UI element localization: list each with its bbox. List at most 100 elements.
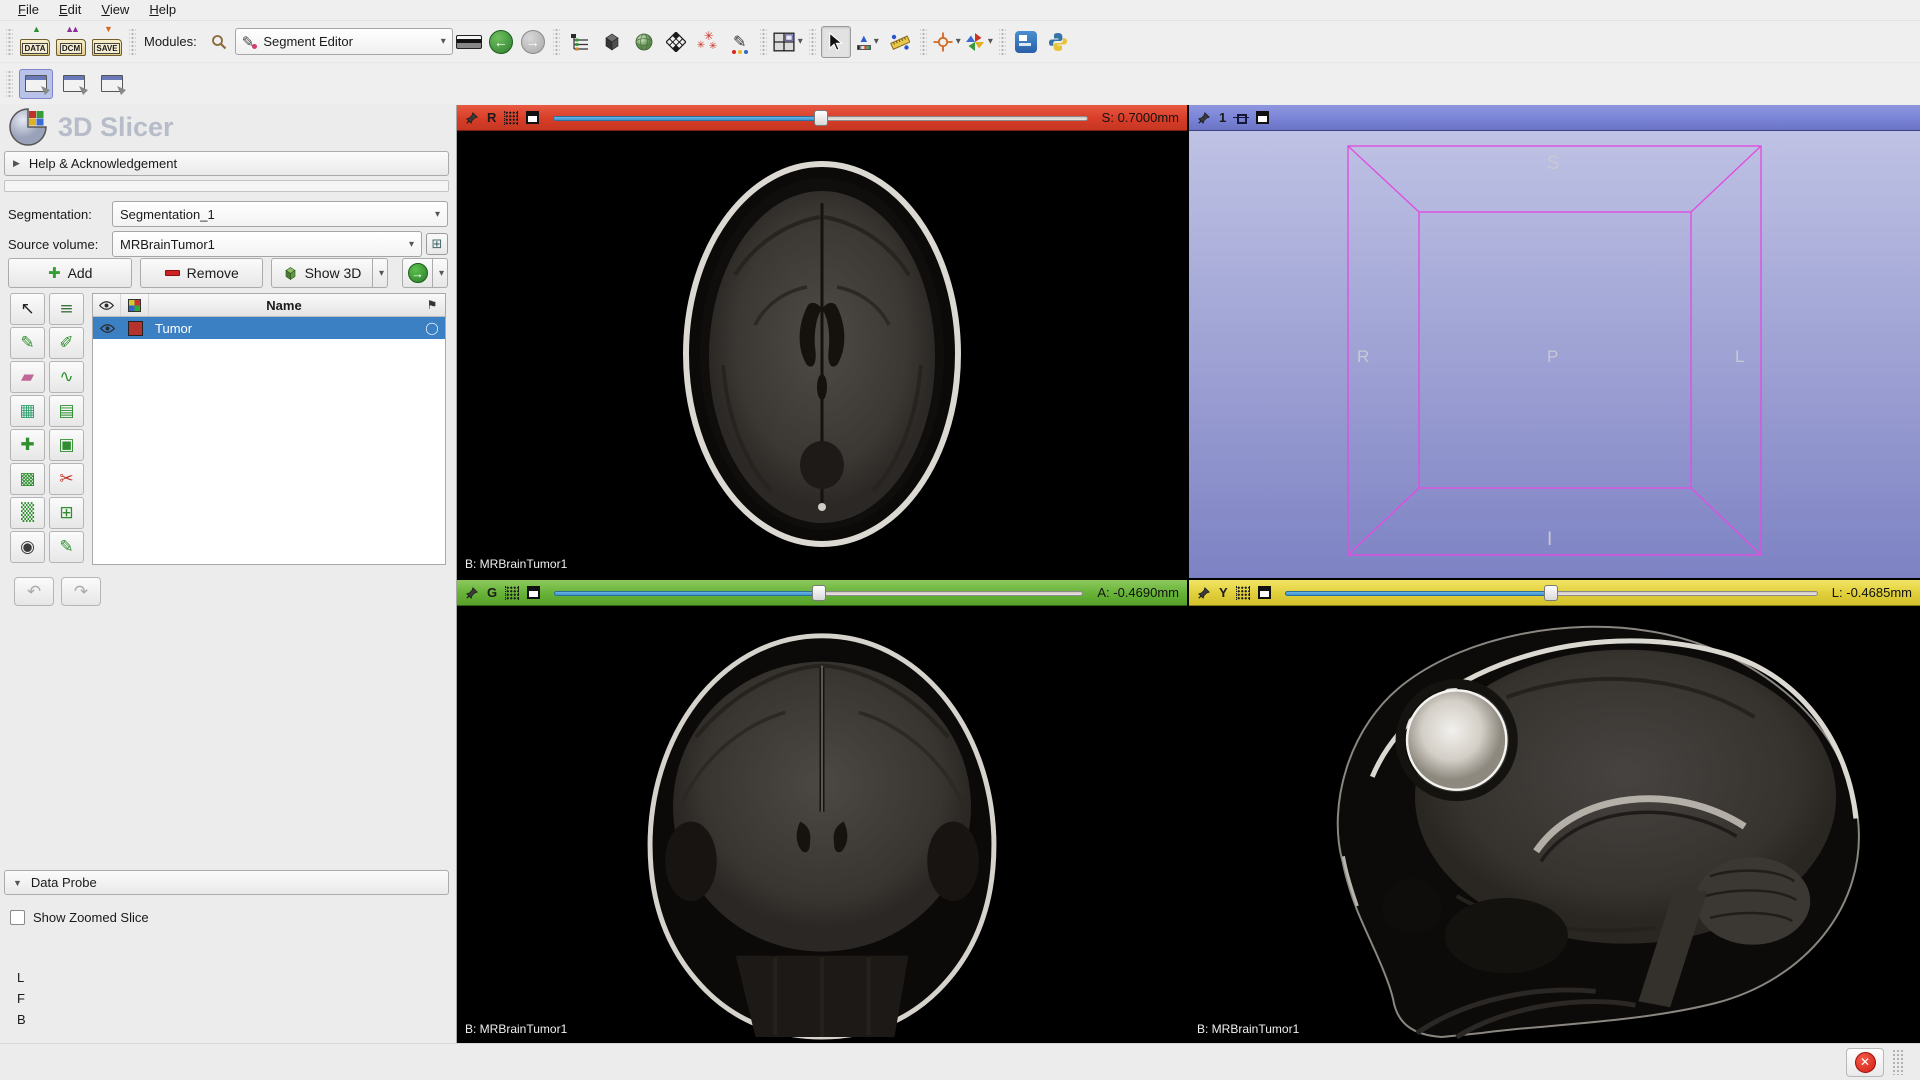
green-slice-slider[interactable]	[554, 585, 1083, 601]
slice-intersection-icon[interactable]	[504, 111, 518, 125]
effect-islands-button[interactable]: ▒	[10, 497, 45, 529]
yellow-slice-slider[interactable]	[1285, 585, 1818, 601]
load-dicom-button[interactable]: ▲▲ DCM	[55, 25, 87, 59]
pin-icon[interactable]	[465, 111, 479, 125]
scene-view-capture-button[interactable]	[19, 69, 53, 99]
data-probe-section[interactable]: ▼ Data Probe	[4, 870, 449, 895]
status-column-header[interactable]: ⚑	[419, 294, 445, 316]
undo-button[interactable]: ↶	[14, 577, 54, 606]
threed-canvas[interactable]: S I R L P	[1189, 131, 1920, 578]
transforms-module-button[interactable]	[661, 26, 691, 58]
effect-level-tracing-button[interactable]: ∿	[49, 361, 84, 393]
add-segment-button[interactable]: ✚ Add	[8, 258, 132, 288]
apply-button[interactable]: →	[402, 258, 433, 288]
green-slice-canvas[interactable]: B: MRBrainTumor1	[457, 606, 1187, 1043]
slider-handle[interactable]	[814, 110, 828, 126]
visibility-column-header[interactable]	[93, 294, 121, 316]
red-slice-slider[interactable]	[553, 110, 1087, 126]
segment-color-swatch[interactable]	[121, 317, 149, 339]
menu-item[interactable]: File	[8, 0, 49, 20]
toolbar-grip[interactable]	[553, 28, 560, 56]
crosshair-button[interactable]: ▾	[932, 26, 962, 58]
maximize-view-icon[interactable]	[1258, 586, 1271, 599]
effect-smoothing-button[interactable]: ▩	[10, 463, 45, 495]
effect-draw-button[interactable]: ✐	[49, 327, 84, 359]
scene-view-restore-button[interactable]	[95, 69, 129, 99]
slice-intersection-icon[interactable]	[1236, 586, 1250, 600]
effect-hollow-button[interactable]: ▣	[49, 429, 84, 461]
toolbar-grip[interactable]	[809, 28, 816, 56]
effect-erase-button[interactable]: ▰	[10, 361, 45, 393]
python-console-button[interactable]	[1043, 26, 1073, 58]
segment-visibility-toggle[interactable]	[93, 317, 121, 339]
redo-button[interactable]: ↷	[61, 577, 101, 606]
red-slice-canvas[interactable]: B: MRBrainTumor1	[457, 131, 1187, 578]
save-button[interactable]: ▼ SAVE	[91, 25, 123, 59]
apply-dropdown[interactable]: ▾	[433, 258, 448, 288]
markups-module-button[interactable]: ✳✳✳	[693, 26, 723, 58]
pin-icon[interactable]	[1197, 586, 1211, 600]
mouse-interaction-button[interactable]	[821, 26, 851, 58]
yellow-slice-canvas[interactable]: B: MRBrainTumor1	[1189, 606, 1920, 1043]
show-3d-dropdown[interactable]: ▾	[373, 258, 388, 288]
error-log-button[interactable]: ✕	[1846, 1048, 1884, 1077]
slider-handle[interactable]	[1544, 585, 1558, 601]
effect-extra-button[interactable]: ✎	[49, 531, 84, 563]
show-zoomed-slice-checkbox[interactable]	[10, 910, 25, 925]
name-column-header[interactable]: Name	[149, 298, 419, 313]
show-3d-button[interactable]: Show 3D	[271, 258, 373, 288]
effect-grow-from-seeds-button[interactable]: ▦	[10, 395, 45, 427]
maximize-view-icon[interactable]	[526, 111, 539, 124]
segmentation-selector[interactable]: Segmentation_1 ▾	[112, 201, 448, 227]
module-history-button[interactable]	[454, 26, 484, 58]
menu-item[interactable]: Help	[139, 0, 186, 20]
load-data-button[interactable]: ▲ DATA	[19, 25, 51, 59]
toolbar-grip[interactable]	[6, 28, 13, 56]
menu-item[interactable]: View	[91, 0, 139, 20]
effect-fill-between-slices-button[interactable]: ▤	[49, 395, 84, 427]
remove-segment-button[interactable]: Remove	[140, 258, 263, 288]
pin-icon[interactable]	[465, 586, 479, 600]
slider-handle[interactable]	[812, 585, 826, 601]
maximize-view-icon[interactable]	[1256, 111, 1269, 124]
effect-paint-button[interactable]: ✎	[10, 327, 45, 359]
toolbar-grip[interactable]	[129, 28, 136, 56]
toolbar-grip[interactable]	[999, 28, 1006, 56]
specify-geometry-button[interactable]: ⊞	[426, 233, 448, 255]
scene-view-add-button[interactable]	[57, 69, 91, 99]
markups-asterisks-icon: ✳✳✳	[696, 30, 720, 54]
toolbar-grip[interactable]	[6, 70, 13, 98]
module-search-button[interactable]	[204, 26, 234, 58]
module-forward-button[interactable]: →	[518, 26, 548, 58]
effect-logical-operators-button[interactable]: ⊞	[49, 497, 84, 529]
measurements-button[interactable]	[885, 26, 915, 58]
pin-icon[interactable]	[1197, 111, 1211, 125]
annotations-module-button[interactable]: ✎	[725, 26, 755, 58]
effect-margin-button[interactable]: ✚	[10, 429, 45, 461]
segment-row[interactable]: Tumor ◯	[93, 317, 445, 339]
screen-capture-button[interactable]: ▾	[964, 26, 994, 58]
help-acknowledgement-section[interactable]: ▶ Help & Acknowledgement	[4, 151, 449, 176]
maximize-view-icon[interactable]	[527, 586, 540, 599]
center-view-icon[interactable]	[1234, 111, 1248, 125]
module-back-button[interactable]: ←	[486, 26, 516, 58]
slice-intersection-icon[interactable]	[505, 586, 519, 600]
effect-threshold-button[interactable]: ≡	[49, 293, 84, 325]
module-selector[interactable]: ✎ Segment Editor ▾	[235, 28, 453, 55]
extensions-manager-button[interactable]	[1011, 26, 1041, 58]
subject-hierarchy-button[interactable]	[565, 26, 595, 58]
effect-mask-volume-button[interactable]: ◉	[10, 531, 45, 563]
volumes-module-button[interactable]	[597, 26, 627, 58]
models-module-button[interactable]	[629, 26, 659, 58]
window-resize-grip[interactable]	[1892, 1049, 1904, 1075]
menu-item[interactable]: Edit	[49, 0, 91, 20]
source-volume-selector[interactable]: MRBrainTumor1 ▾	[112, 231, 422, 257]
color-column-header[interactable]	[121, 294, 149, 316]
window-level-button[interactable]: ▲ ▾	[853, 26, 883, 58]
segment-status-icon[interactable]: ◯	[419, 321, 445, 335]
effect-scissors-button[interactable]: ✂	[49, 463, 84, 495]
effect-none-button[interactable]: ↖	[10, 293, 45, 325]
toolbar-grip[interactable]	[920, 28, 927, 56]
toolbar-grip[interactable]	[760, 28, 767, 56]
layout-selector-button[interactable]: ▾	[772, 26, 804, 58]
